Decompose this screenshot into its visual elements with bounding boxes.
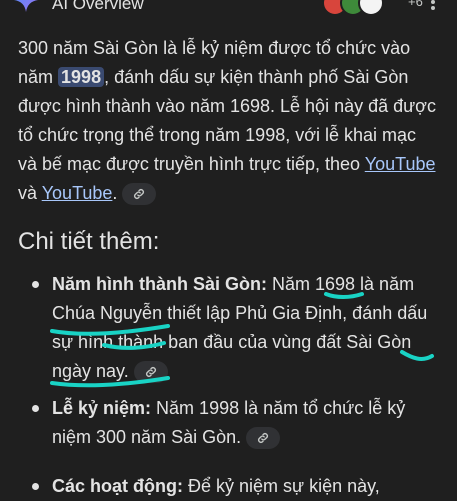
bullet-icon xyxy=(32,405,39,412)
list-item-label: Lễ kỷ niệm: xyxy=(52,398,152,418)
extra-sources-count[interactable]: +6 xyxy=(408,0,423,9)
list-item-label: Các hoạt động: xyxy=(52,476,183,496)
ai-overview-title: AI Overview xyxy=(52,0,144,13)
citation-link-chip[interactable] xyxy=(246,427,281,450)
details-heading: Chi tiết thêm: xyxy=(18,228,160,255)
bullet-icon xyxy=(32,281,39,288)
youtube-link[interactable]: YouTube xyxy=(365,154,436,174)
citation-link-chip[interactable] xyxy=(122,183,157,206)
highlighted-year: 1998 xyxy=(58,67,105,87)
link-icon xyxy=(145,367,156,378)
source-avatar[interactable] xyxy=(358,0,384,14)
link-icon xyxy=(134,189,145,200)
youtube-link[interactable]: YouTube xyxy=(42,183,113,203)
ai-overview-header: AI Overview +6 xyxy=(0,0,457,14)
link-icon xyxy=(258,433,269,444)
bullet-icon xyxy=(32,483,39,490)
more-vert-icon[interactable] xyxy=(430,0,436,12)
list-item-text: Để kỷ niệm sự kiện này, xyxy=(183,476,380,496)
details-list: Năm hình thành Sài Gòn: Năm 1698 là năm … xyxy=(18,270,438,501)
list-item: Năm hình thành Sài Gòn: Năm 1698 là năm … xyxy=(18,270,438,392)
citation-link-chip[interactable] xyxy=(133,361,168,384)
list-item: Các hoạt động: Để kỷ niệm sự kiện này, xyxy=(18,472,438,501)
gemini-sparkle-icon xyxy=(14,0,38,12)
list-item-label: Năm hình thành Sài Gòn: xyxy=(52,274,267,294)
overview-paragraph: 300 năm Sài Gòn là lễ kỷ niệm được tổ ch… xyxy=(18,34,438,208)
intro-text: và xyxy=(18,183,42,203)
list-item: Lễ kỷ niệm: Năm 1998 là năm tổ chức lễ k… xyxy=(18,394,438,466)
intro-text: . xyxy=(112,183,118,203)
